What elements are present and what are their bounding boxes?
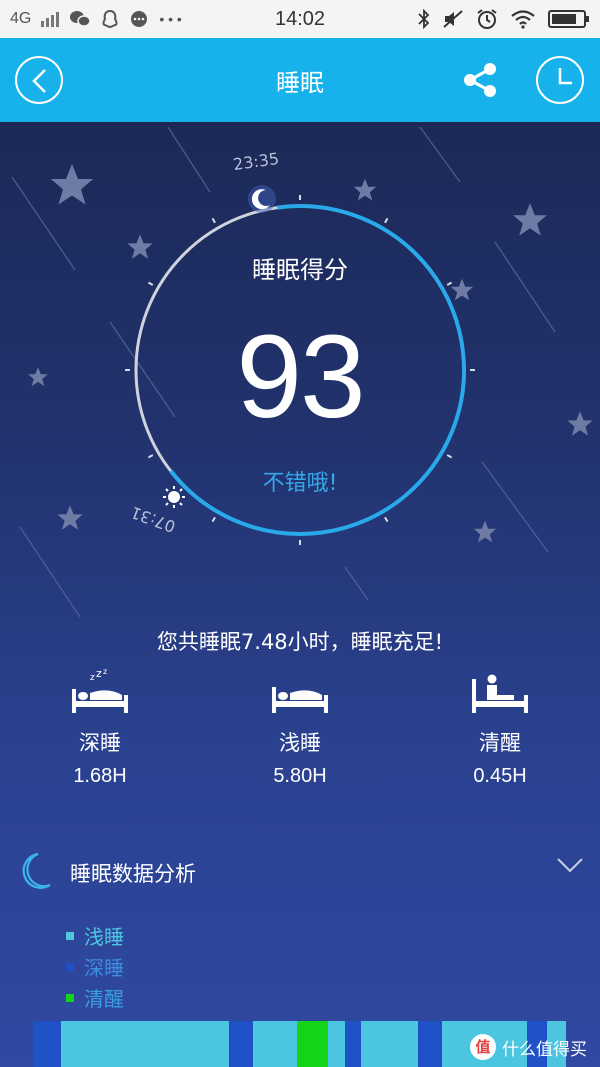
moon-icon bbox=[22, 852, 51, 889]
sleep-stages: z z z 深睡 1.68H 浅睡 5.80H 清醒 0.45H bbox=[0, 665, 600, 795]
timeline-segment bbox=[296, 1021, 329, 1067]
stage-name: 清醒 bbox=[479, 731, 521, 755]
watermark-text: 什么值得买 bbox=[502, 1039, 587, 1060]
timeline-segment bbox=[344, 1021, 362, 1067]
timeline-segment bbox=[252, 1021, 298, 1067]
analysis-toggle[interactable]: 睡眠数据分析 bbox=[0, 846, 600, 896]
legend-label: 浅睡 bbox=[84, 925, 124, 949]
timeline-segment bbox=[228, 1021, 254, 1067]
stage-value: 1.68H bbox=[73, 765, 127, 787]
legend-swatch bbox=[66, 993, 74, 1002]
timeline-segment bbox=[418, 1021, 443, 1067]
stage-awake: 清醒 0.45H bbox=[400, 665, 600, 788]
svg-text:z: z bbox=[90, 673, 95, 683]
dial-tick bbox=[147, 454, 154, 459]
score-label: 睡眠得分 bbox=[252, 256, 348, 284]
dial-tick bbox=[384, 217, 389, 224]
stage-value: 5.80H bbox=[273, 765, 327, 787]
watermark-badge: 值 bbox=[470, 1034, 496, 1060]
legend-swatch bbox=[66, 962, 74, 971]
legend-item-deep-sleep: 深睡 bbox=[66, 951, 124, 982]
dial-tick bbox=[211, 217, 216, 224]
chart-legend: 浅睡 深睡 清醒 bbox=[66, 920, 124, 1013]
stage-name: 浅睡 bbox=[279, 731, 321, 755]
stage-name: 深睡 bbox=[79, 731, 121, 755]
timeline-segment bbox=[360, 1021, 419, 1067]
light-sleep-bed-icon bbox=[272, 687, 328, 713]
svg-text:z: z bbox=[96, 669, 102, 680]
timeline-segment bbox=[60, 1021, 230, 1067]
bedtime-moon-icon bbox=[248, 185, 276, 213]
timeline-segment bbox=[33, 1021, 62, 1067]
clock-icon bbox=[558, 68, 572, 85]
page-title: 睡眠 bbox=[276, 69, 324, 97]
status-bar: 4G • • • 14:02 bbox=[0, 0, 600, 38]
watermark: 值 什么值得买 bbox=[470, 1034, 587, 1060]
bluetooth-icon bbox=[418, 9, 430, 29]
legend-label: 清醒 bbox=[84, 987, 124, 1011]
timeline-segment bbox=[327, 1021, 346, 1067]
legend-item-awake: 清醒 bbox=[66, 982, 124, 1013]
svg-text:z: z bbox=[103, 669, 107, 676]
share-icon bbox=[464, 63, 496, 97]
stage-light-sleep: 浅睡 5.80H bbox=[200, 665, 400, 788]
analysis-title: 睡眠数据分析 bbox=[70, 862, 196, 886]
score-comment: 不错哦! bbox=[262, 471, 338, 496]
sleep-summary: 您共睡眠7.48小时，睡眠充足! bbox=[156, 630, 444, 654]
mute-icon bbox=[443, 10, 463, 28]
chevron-down-icon[interactable] bbox=[556, 856, 584, 874]
dial-tick bbox=[384, 516, 389, 523]
legend-label: 深睡 bbox=[84, 956, 124, 980]
app-header: 睡眠 bbox=[0, 38, 600, 122]
legend-swatch bbox=[66, 931, 74, 940]
deep-sleep-bed-icon: z z z bbox=[72, 669, 128, 713]
sleep-score: 93 bbox=[236, 311, 365, 443]
stage-value: 0.45H bbox=[473, 765, 527, 787]
awake-bed-icon bbox=[472, 674, 528, 713]
history-button[interactable] bbox=[536, 56, 584, 104]
wifi-icon bbox=[511, 10, 535, 29]
stage-deep-sleep: z z z 深睡 1.68H bbox=[0, 665, 200, 788]
dial-tick bbox=[211, 516, 216, 523]
share-button[interactable] bbox=[460, 60, 500, 100]
dial-tick bbox=[446, 454, 453, 459]
legend-item-light-sleep: 浅睡 bbox=[66, 920, 124, 951]
battery-icon bbox=[548, 10, 589, 28]
alarm-icon bbox=[477, 9, 497, 29]
